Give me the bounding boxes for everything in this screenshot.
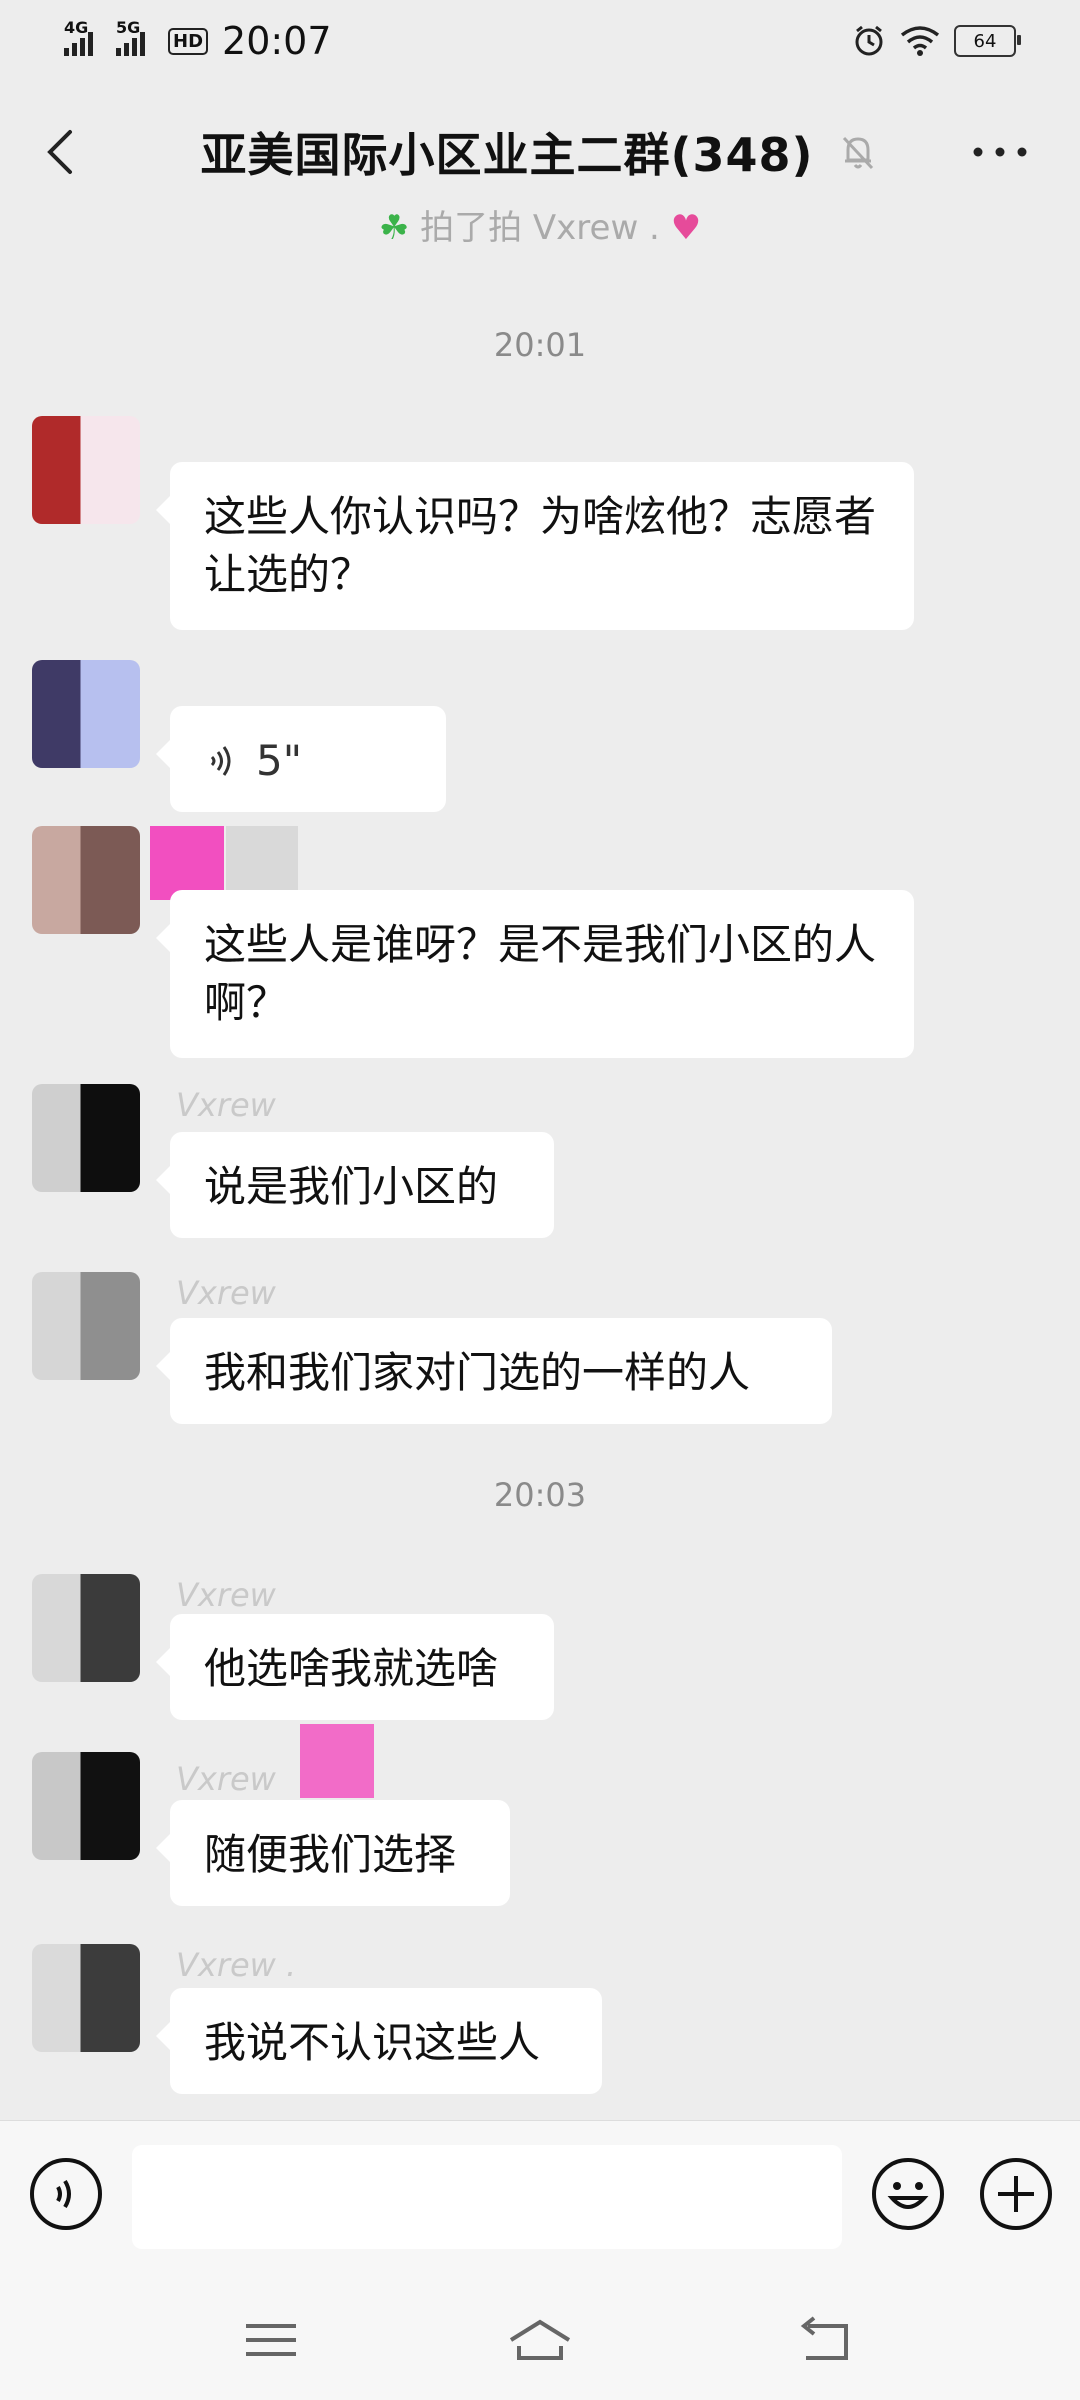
message-bubble[interactable]: 随便我们选择 <box>156 1800 510 1906</box>
pat-notice: ☘ 拍了拍 Vxrew . ♥ <box>0 200 1080 249</box>
message-text: 我和我们家对门选的一样的人 <box>204 1348 751 1397</box>
sender-nickname: Vxrew <box>176 1274 276 1312</box>
timestamp: 20:01 <box>493 326 587 364</box>
message-composer <box>0 2120 1080 2271</box>
message-text: 说是我们小区的 <box>204 1162 499 1211</box>
network-4g-label: 4G <box>64 18 89 37</box>
back-icon[interactable] <box>790 2310 860 2370</box>
signal-4g-icon: 4G <box>64 18 102 56</box>
voice-input-icon[interactable] <box>28 2156 104 2232</box>
emoji-icon[interactable] <box>870 2156 946 2232</box>
sender-nickname: Vxrew <box>176 1576 276 1614</box>
muted-bell-icon <box>842 136 873 170</box>
message-bubble[interactable]: 我说不认识这些人 <box>156 1988 602 2094</box>
avatar[interactable] <box>32 826 140 934</box>
battery-level: 64 <box>973 30 997 52</box>
clover-icon: ☘ <box>378 208 410 248</box>
voice-duration: 5" <box>256 736 303 785</box>
battery-icon: 64 <box>954 25 1021 57</box>
system-nav-bar <box>0 2270 1080 2400</box>
avatar[interactable] <box>32 1752 140 1860</box>
avatar[interactable] <box>32 660 140 768</box>
heart-icon: ♥ <box>670 208 702 248</box>
clock: 20:07 <box>222 19 332 63</box>
menu-icon[interactable] <box>236 2310 306 2370</box>
avatar[interactable] <box>32 1272 140 1380</box>
alarm-icon <box>855 25 883 56</box>
sender-nickname: Vxrew . <box>176 1946 297 1984</box>
status-bar: 4G 5G HD 20:07 64 <box>0 0 1080 82</box>
message-text: 我说不认识这些人 <box>204 2018 541 2067</box>
message-bubble[interactable]: 这些人是谁呀？是不是我们小区的人啊？ <box>156 890 914 1058</box>
message-bubble[interactable]: 他选啥我就选啥 <box>156 1614 554 1720</box>
avatar[interactable] <box>32 1944 140 2052</box>
home-icon[interactable] <box>505 2310 575 2370</box>
back-arrow-icon[interactable] <box>32 122 92 182</box>
voice-message-bubble[interactable]: 5" <box>156 706 446 812</box>
nickname-sticker-icon <box>226 826 298 900</box>
pat-notice-text: 拍了拍 Vxrew . <box>420 208 660 248</box>
timestamp: 20:03 <box>493 1476 587 1514</box>
message-text: 他选啥我就选啥 <box>204 1644 499 1693</box>
avatar[interactable] <box>32 416 140 524</box>
more-options-icon[interactable] <box>960 132 1040 172</box>
avatar[interactable] <box>32 1574 140 1682</box>
sender-nickname: Vxrew <box>176 1086 276 1124</box>
message-text: 随便我们选择 <box>204 1830 457 1879</box>
message-bubble[interactable]: 说是我们小区的 <box>156 1132 554 1238</box>
message-text: 这些人是谁呀？是不是我们小区的人啊？ <box>204 920 877 1027</box>
voice-wave-icon <box>210 746 231 776</box>
message-input[interactable] <box>132 2145 842 2249</box>
nickname-sticker-icon <box>300 1724 374 1798</box>
wifi-icon <box>900 26 940 56</box>
add-plus-icon[interactable] <box>978 2156 1054 2232</box>
chat-title: 亚美国际小区业主二群(348) <box>200 128 814 182</box>
sender-nickname: Vxrew <box>176 1760 276 1798</box>
avatar[interactable] <box>32 1084 140 1192</box>
message-text: 这些人你认识吗？为啥炫他？志愿者让选的？ <box>204 492 877 599</box>
message-bubble[interactable]: 我和我们家对门选的一样的人 <box>156 1318 832 1424</box>
signal-5g-icon: 5G <box>116 18 154 56</box>
message-bubble[interactable]: 这些人你认识吗？为啥炫他？志愿者让选的？ <box>156 462 914 630</box>
hd-voice-icon: HD <box>168 27 209 55</box>
nickname-sticker-icon <box>150 826 224 900</box>
network-5g-label: 5G <box>116 18 141 37</box>
